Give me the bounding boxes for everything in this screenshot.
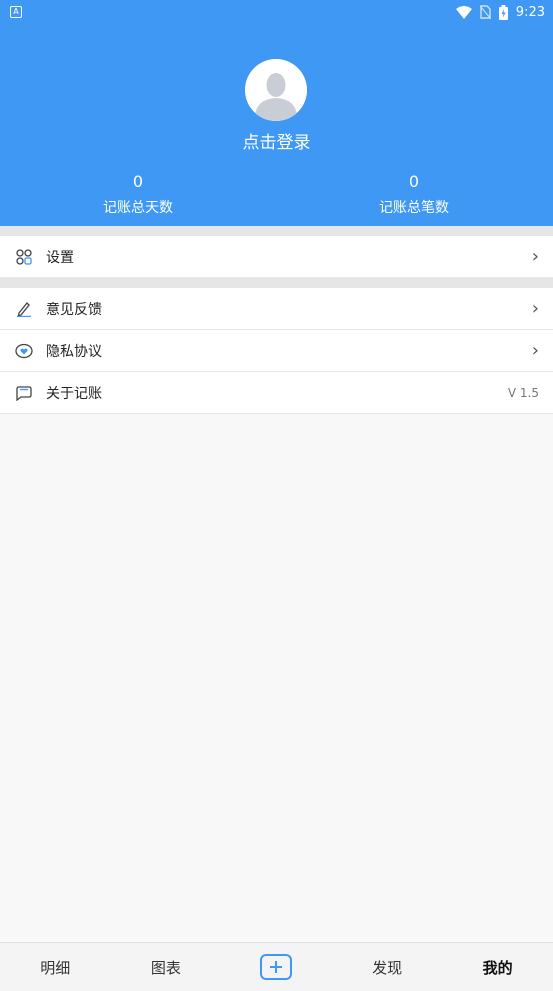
notification-icon: A — [10, 6, 22, 18]
tab-add[interactable] — [221, 954, 332, 980]
menu-label-feedback: 意见反馈 — [46, 301, 102, 318]
divider — [0, 226, 553, 236]
tab-charts[interactable]: 图表 — [111, 957, 222, 978]
stat-days-value: 0 — [132, 172, 144, 191]
tab-mine[interactable]: 我的 — [442, 957, 553, 978]
menu-item-about[interactable]: 关于记账 V 1.5 — [0, 372, 553, 414]
stat-entries-value: 0 — [408, 172, 420, 191]
clock: 9:23 — [515, 4, 545, 20]
version-label: V 1.5 — [507, 385, 539, 400]
login-link[interactable]: 点击登录 — [0, 128, 553, 153]
stat-total-entries: 0 记账总笔数 — [314, 172, 514, 218]
bottom-tab-bar: 明细 图表 发现 我的 — [0, 942, 553, 991]
menu-item-settings[interactable]: 设置 › — [0, 236, 553, 278]
menu-item-feedback[interactable]: 意见反馈 › — [0, 288, 553, 330]
no-sim-icon — [479, 5, 491, 19]
chat-bubble-icon — [14, 383, 34, 403]
avatar[interactable] — [245, 59, 307, 121]
stat-entries-label: 记账总笔数 — [379, 200, 449, 216]
wifi-icon — [455, 5, 472, 19]
menu-label-about: 关于记账 — [46, 385, 102, 402]
menu-item-privacy[interactable]: 隐私协议 › — [0, 330, 553, 372]
status-bar: A 9:23 — [0, 0, 553, 24]
tab-discover[interactable]: 发现 — [332, 957, 443, 978]
profile-header: A 9:23 点击登录 0 记账总天数 0 记账总笔数 — [0, 0, 553, 226]
settings-grid-icon — [14, 247, 34, 267]
chevron-right-icon: › — [531, 298, 539, 319]
chevron-right-icon: › — [531, 246, 539, 267]
user-silhouette-icon — [245, 59, 307, 121]
stat-days-label: 记账总天数 — [103, 200, 173, 216]
add-entry-button[interactable] — [260, 954, 293, 980]
tab-details[interactable]: 明细 — [0, 957, 111, 978]
stat-total-days: 0 记账总天数 — [38, 172, 238, 218]
status-icons: 9:23 — [455, 3, 545, 21]
pencil-icon — [14, 299, 34, 319]
menu-label-settings: 设置 — [46, 249, 74, 266]
plus-icon — [270, 961, 283, 973]
chevron-right-icon: › — [531, 340, 539, 361]
battery-icon — [498, 4, 508, 20]
heart-shield-icon — [14, 341, 34, 361]
divider — [0, 278, 553, 288]
menu-label-privacy: 隐私协议 — [46, 343, 102, 360]
